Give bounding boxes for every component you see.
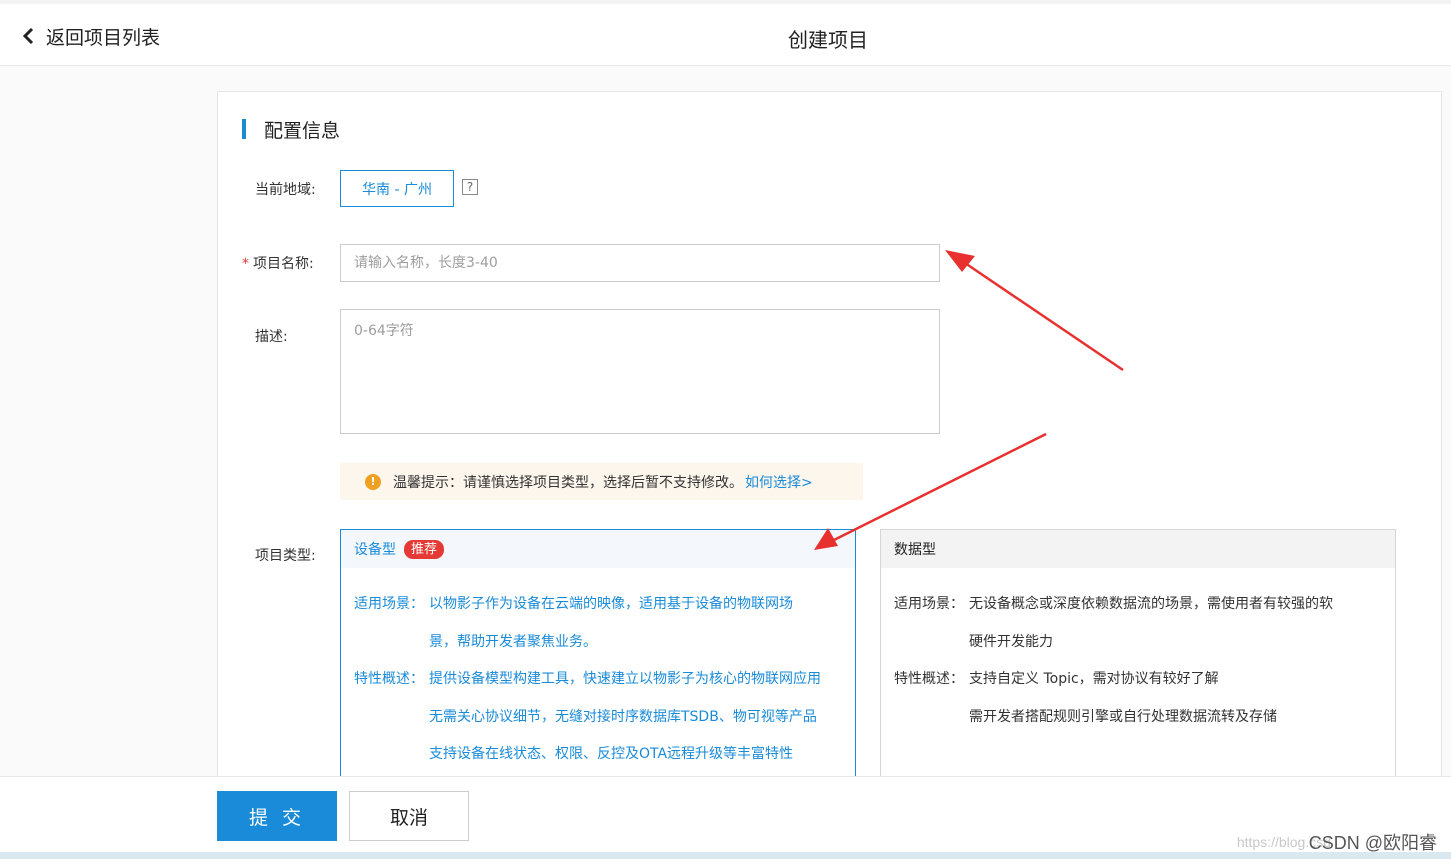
data-type-card[interactable]: 数据型 适用场景： 无设备概念或深度依赖数据流的场景，需使用者有较强的软 硬件开… xyxy=(880,529,1396,791)
warning-tip-text: 温馨提示：请谨慎选择项目类型，选择后暂不支持修改。 xyxy=(393,474,743,491)
project-type-label: 项目类型: xyxy=(255,548,316,564)
project-name-label-text: 项目名称: xyxy=(253,256,314,272)
description-label: 描述: xyxy=(255,329,288,345)
data-feature-row: 特性概述： 支持自定义 Topic，需对协议有较好了解 需开发者搭配规则引擎或自… xyxy=(894,661,1395,736)
device-card-header: 设备型 推荐 xyxy=(341,530,855,568)
data-card-title: 数据型 xyxy=(894,542,936,558)
device-feature-line: 支持设备在线状态、权限、反控及OTA远程升级等丰富特性 xyxy=(429,746,794,762)
device-card-title: 设备型 xyxy=(354,542,396,558)
device-feature-line: 无需关心协议细节，无缝对接时序数据库TSDB、物可视等产品 xyxy=(429,708,817,725)
data-scene-row: 适用场景： 无设备概念或深度依赖数据流的场景，需使用者有较强的软 硬件开发能力 xyxy=(894,586,1395,661)
device-feature-row: 特性概述： 提供设备模型构建工具，快速建立以物影子为核心的物联网应用 无需关心协… xyxy=(354,661,855,774)
submit-button[interactable]: 提 交 xyxy=(217,791,337,841)
section-title-bar xyxy=(242,119,246,139)
description-textarea[interactable] xyxy=(340,309,940,434)
data-feature-line: 支持自定义 Topic，需对协议有较好了解 xyxy=(969,671,1219,687)
recommended-badge: 推荐 xyxy=(404,539,445,559)
cancel-button[interactable]: 取消 xyxy=(349,791,469,841)
data-scene-line: 硬件开发能力 xyxy=(969,633,1053,650)
device-scene-row: 适用场景： 以物影子作为设备在云端的映像，适用基于设备的物联网场 景，帮助开发者… xyxy=(354,586,855,661)
config-panel: 配置信息 当前地域: 华南 - 广州 ? *项目名称: 描述: ! 温馨提示：请… xyxy=(217,91,1442,791)
data-scene-key: 适用场景： xyxy=(894,596,964,612)
section-title-text: 配置信息 xyxy=(264,119,341,142)
top-bar: 返回项目列表 创建项目 xyxy=(0,0,1451,66)
device-scene-line: 景，帮助开发者聚焦业务。 xyxy=(429,633,597,650)
data-feature-line: 需开发者搭配规则引擎或自行处理数据流转及存储 xyxy=(969,708,1277,725)
device-scene-key: 适用场景： xyxy=(354,596,424,612)
project-name-label: * 项目名称: xyxy=(242,253,314,273)
region-selector-button[interactable]: 华南 - 广州 xyxy=(340,170,454,207)
top-edge xyxy=(0,0,1451,4)
data-feature-key: 特性概述： xyxy=(894,671,964,687)
device-scene-line: 以物影子作为设备在云端的映像，适用基于设备的物联网场 xyxy=(429,596,793,612)
device-card-body: 适用场景： 以物影子作为设备在云端的映像，适用基于设备的物联网场 景，帮助开发者… xyxy=(341,568,855,774)
required-asterisk: * xyxy=(242,256,249,272)
warning-icon: ! xyxy=(365,473,381,490)
data-scene-line: 无设备概念或深度依赖数据流的场景，需使用者有较强的软 xyxy=(969,596,1333,612)
page-title: 创建项目 xyxy=(788,28,868,52)
section-title: 配置信息 xyxy=(242,116,340,142)
device-feature-key: 特性概述： xyxy=(354,671,424,687)
data-card-header: 数据型 xyxy=(881,530,1395,568)
warning-tip: ! 温馨提示：请谨慎选择项目类型，选择后暂不支持修改。 如何选择> xyxy=(340,463,863,500)
how-to-choose-link[interactable]: 如何选择> xyxy=(745,472,813,492)
device-feature-line: 提供设备模型构建工具，快速建立以物影子为核心的物联网应用 xyxy=(429,671,821,687)
data-card-body: 适用场景： 无设备概念或深度依赖数据流的场景，需使用者有较强的软 硬件开发能力 … xyxy=(881,568,1395,736)
footer-bar: 提 交 取消 https://blog.csd CSDN @欧阳睿 xyxy=(0,776,1451,859)
bottom-strip xyxy=(0,852,1451,859)
help-question-icon[interactable]: ? xyxy=(462,179,478,195)
project-name-input[interactable] xyxy=(340,244,940,282)
region-label: 当前地域: xyxy=(255,182,316,198)
device-type-card[interactable]: 设备型 推荐 适用场景： 以物影子作为设备在云端的映像，适用基于设备的物联网场 … xyxy=(340,529,856,791)
